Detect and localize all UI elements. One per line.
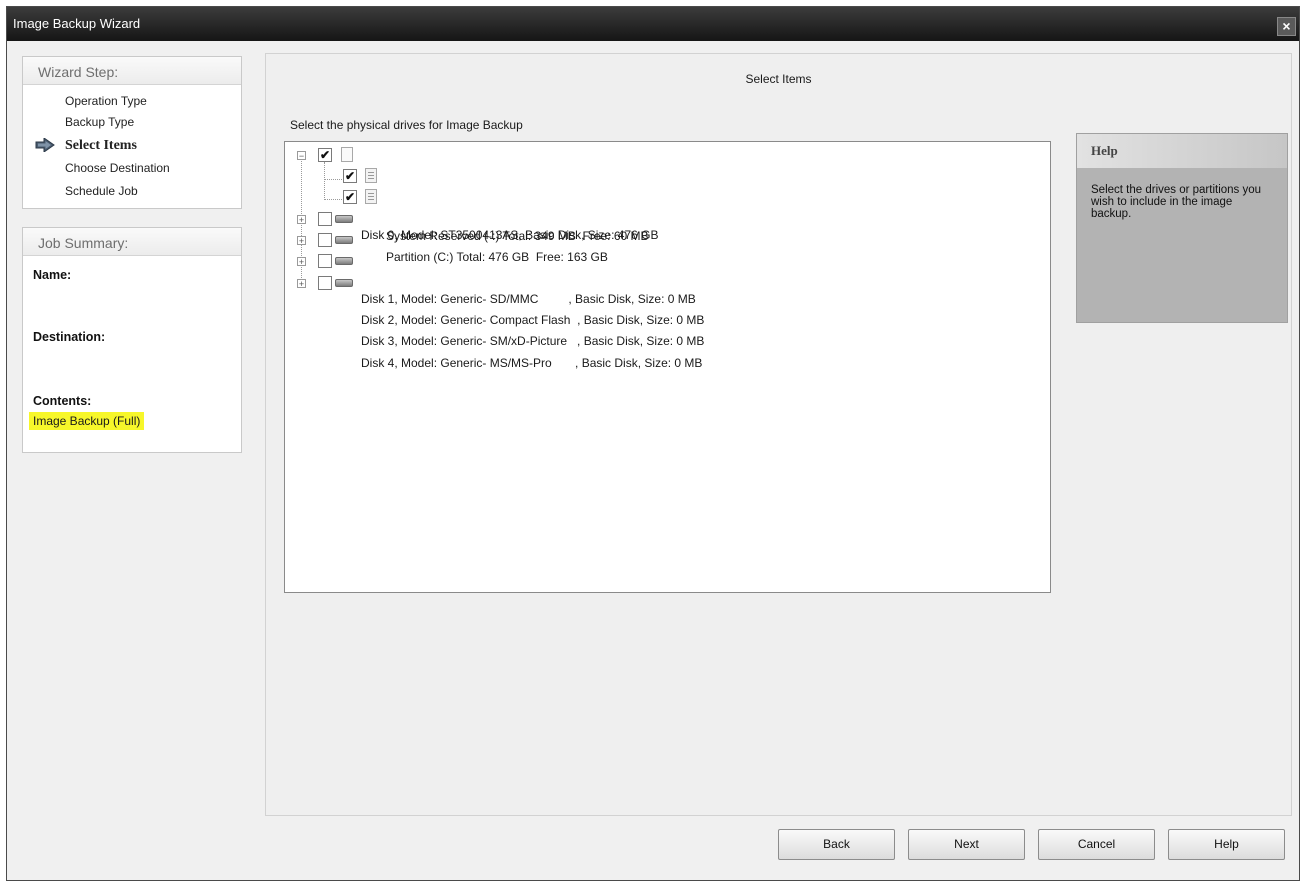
step-operation-type: Operation Type bbox=[23, 90, 241, 113]
instruction-text: Select the physical drives for Image Bac… bbox=[290, 118, 523, 132]
tree-row-disk-4: + Disk 4, Model: Generic- MS/MS-Pro , Ba… bbox=[285, 273, 1045, 370]
wizard-step-heading: Wizard Step: bbox=[23, 57, 241, 85]
current-step-arrow-icon bbox=[35, 138, 55, 152]
close-button[interactable]: × bbox=[1277, 17, 1296, 36]
drive-icon bbox=[335, 257, 353, 265]
step-label: Backup Type bbox=[65, 115, 135, 129]
tree-row-disk-2: + Disk 2, Model: Generic- Compact Flash … bbox=[285, 230, 1045, 327]
disk-label: Disk 4, Model: Generic- MS/MS-Pro , Basi… bbox=[361, 356, 703, 370]
expand-toggle[interactable]: + bbox=[297, 215, 306, 225]
step-schedule-job: Schedule Job bbox=[23, 180, 241, 203]
drive-icon bbox=[335, 236, 353, 244]
summary-name-label: Name: bbox=[33, 268, 72, 282]
summary-contents-value-wrap: Image Backup (Full) bbox=[23, 412, 145, 430]
disk-3-checkbox[interactable] bbox=[318, 254, 332, 268]
step-label: Operation Type bbox=[65, 94, 147, 108]
title-bar: Image Backup Wizard × bbox=[7, 7, 1299, 41]
drive-tree[interactable]: − ✔ Disk 0, Model: ST3500413AS, Basic Di… bbox=[284, 141, 1051, 593]
select-items-area: Select Items Select the physical drives … bbox=[265, 53, 1292, 816]
expand-toggle[interactable]: + bbox=[297, 257, 306, 267]
step-label: Schedule Job bbox=[65, 184, 138, 198]
disk-icon bbox=[341, 147, 353, 162]
help-title: Help bbox=[1077, 134, 1287, 168]
window-title: Image Backup Wizard bbox=[13, 16, 141, 31]
disk-1-checkbox[interactable] bbox=[318, 212, 332, 226]
wizard-step-panel: Wizard Step: Operation Type Backup Type … bbox=[22, 56, 242, 209]
disk-0-checkbox[interactable]: ✔ bbox=[318, 148, 332, 162]
help-panel: Help Select the drives or partitions you… bbox=[1076, 133, 1288, 323]
summary-contents-label: Contents: bbox=[33, 394, 92, 408]
drive-icon bbox=[335, 215, 353, 223]
summary-contents-value: Image Backup (Full) bbox=[29, 412, 145, 430]
tree-row-disk-3: + Disk 3, Model: Generic- SM/xD-Picture … bbox=[285, 251, 1045, 348]
partition-icon bbox=[365, 189, 377, 204]
collapse-toggle[interactable]: − bbox=[297, 151, 306, 161]
partition-icon bbox=[365, 168, 377, 183]
job-summary-panel: Job Summary: Name: Destination: Contents… bbox=[22, 227, 242, 453]
next-button[interactable]: Next bbox=[908, 829, 1025, 860]
step-label: Select Items bbox=[65, 138, 137, 153]
drive-icon bbox=[335, 279, 353, 287]
partition-system-reserved-checkbox[interactable]: ✔ bbox=[343, 169, 357, 183]
tree-row-partition-system-reserved: ✔ System Reserved (-:) Total: 349 MB Fre… bbox=[285, 166, 1045, 243]
page-title: Select Items bbox=[745, 72, 812, 86]
disk-label: Disk 2, Model: Generic- Compact Flash , … bbox=[361, 313, 705, 327]
wizard-step-list: Operation Type Backup Type Select Items … bbox=[23, 85, 241, 203]
disk-label: Disk 3, Model: Generic- SM/xD-Picture , … bbox=[361, 334, 705, 348]
summary-destination-label: Destination: bbox=[33, 330, 106, 344]
tree-row-disk-0: − ✔ Disk 0, Model: ST3500413AS, Basic Di… bbox=[285, 145, 1045, 242]
disk-2-checkbox[interactable] bbox=[318, 233, 332, 247]
step-select-items: Select Items bbox=[23, 134, 241, 157]
tree-row-partition-c: ✔ Partition (C:) Total: 476 GB Free: 163… bbox=[285, 187, 1045, 264]
step-backup-type: Backup Type bbox=[23, 111, 241, 134]
disk-4-checkbox[interactable] bbox=[318, 276, 332, 290]
step-choose-destination: Choose Destination bbox=[23, 157, 241, 180]
cancel-button[interactable]: Cancel bbox=[1038, 829, 1155, 860]
tree-row-disk-1: + Disk 1, Model: Generic- SD/MMC , Basic… bbox=[285, 209, 1045, 306]
help-text: Select the drives or partitions you wish… bbox=[1091, 184, 1262, 220]
expand-toggle[interactable]: + bbox=[297, 236, 306, 246]
help-button[interactable]: Help bbox=[1168, 829, 1285, 860]
step-label: Choose Destination bbox=[65, 161, 170, 175]
partition-c-checkbox[interactable]: ✔ bbox=[343, 190, 357, 204]
expand-toggle[interactable]: + bbox=[297, 279, 306, 289]
job-summary-heading: Job Summary: bbox=[23, 228, 241, 256]
back-button[interactable]: Back bbox=[778, 829, 895, 860]
wizard-window: Image Backup Wizard × Wizard Step: Opera… bbox=[6, 6, 1300, 881]
